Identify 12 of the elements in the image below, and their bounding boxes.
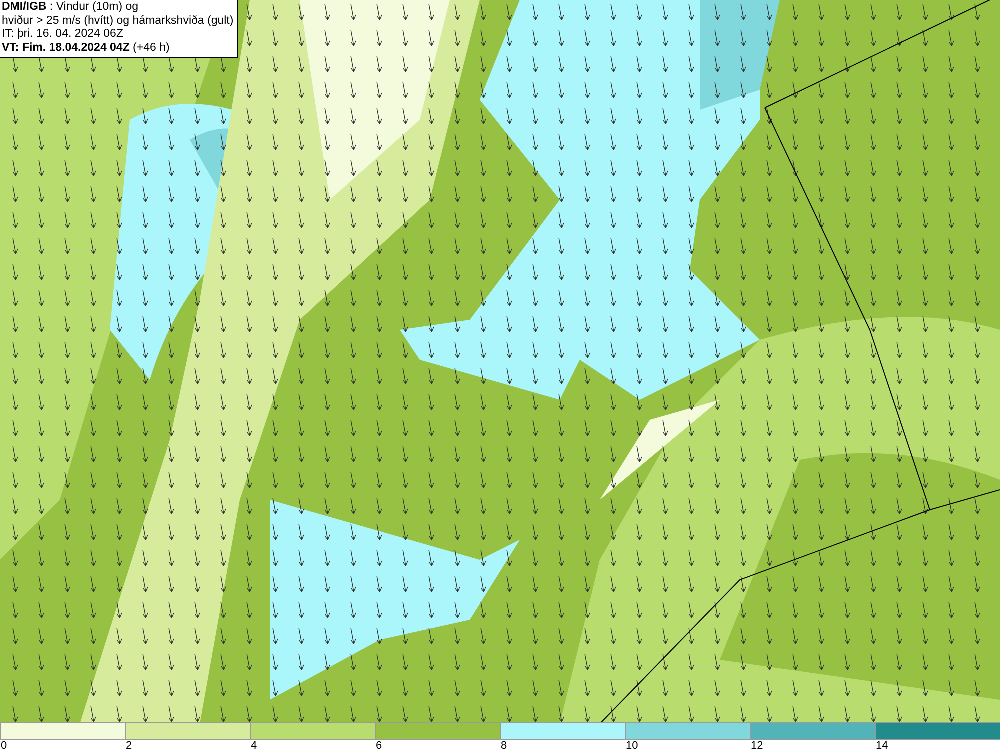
legend-label: 8: [501, 740, 508, 753]
legend-label: 14: [876, 740, 888, 753]
legend-label: 0: [1, 740, 8, 753]
info-line: IT: þri. 16. 04. 2024 06Z: [2, 28, 124, 42]
legend-label: 6: [376, 740, 382, 753]
info-line: hviður > 25 m/s (hvítt) og hámarkshviða (gult): [2, 14, 234, 28]
legend-label: 10: [626, 740, 638, 753]
legend-label: 2: [126, 740, 132, 753]
legend-label: 4: [251, 740, 258, 753]
legend-label: 12: [751, 740, 764, 753]
info-line: VT: Fim. 18.04.2024 04Z (+46 h): [2, 42, 171, 55]
info-line: DMI/IGB : Vindur (10m) og: [2, 1, 140, 14]
